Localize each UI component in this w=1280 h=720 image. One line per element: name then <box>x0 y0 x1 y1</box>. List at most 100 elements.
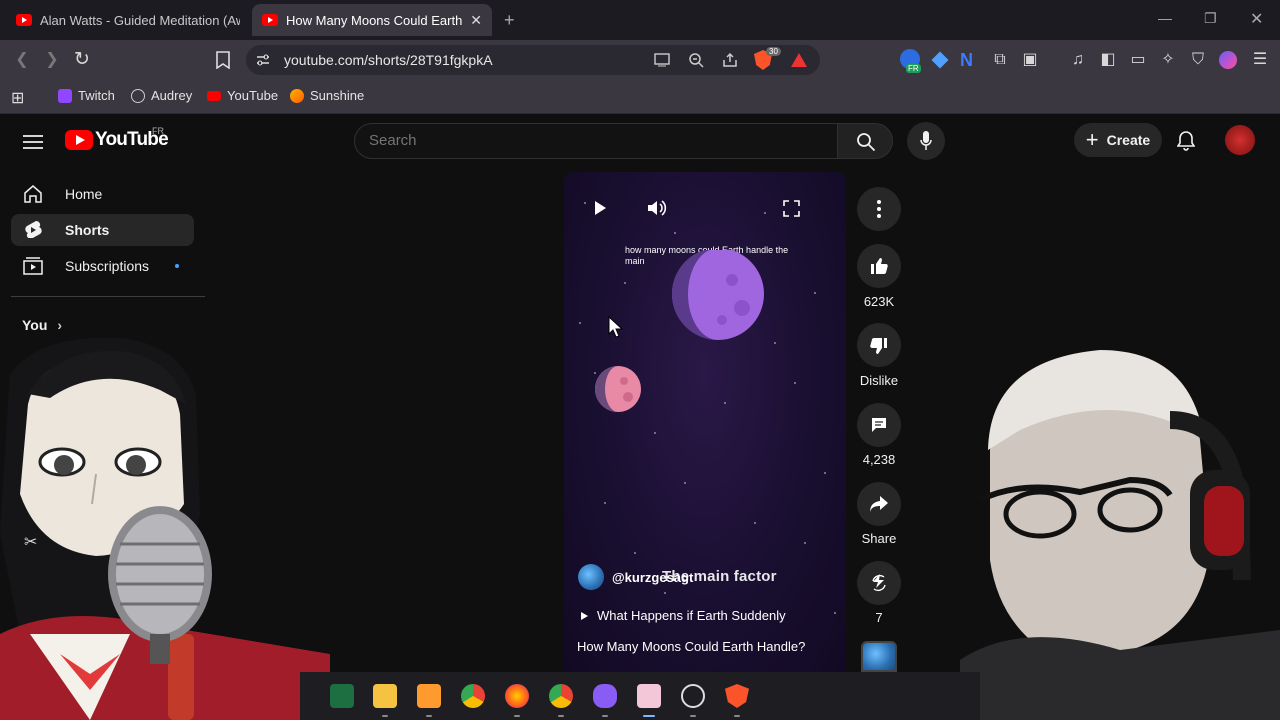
forward-icon[interactable]: ❯ <box>42 50 62 70</box>
sidebar-item-home[interactable]: Home <box>11 178 194 210</box>
sunshine-icon <box>290 88 304 103</box>
bookmark-sunshine[interactable]: Sunshine <box>290 88 364 103</box>
video-title[interactable]: How Many Moons Could Earth Handle? <box>577 639 805 654</box>
sidebar-icon[interactable]: ◧ <box>1098 50 1118 70</box>
webcam-overlay <box>960 350 1280 720</box>
voice-search-button[interactable] <box>907 122 945 160</box>
region-code: FR <box>152 126 164 136</box>
restore-icon[interactable]: ❐ <box>1204 10 1217 27</box>
running-indicator <box>514 715 520 717</box>
sidebar-you-section[interactable]: You › <box>22 317 62 333</box>
assistant-app-icon[interactable] <box>593 684 617 708</box>
wallet-icon[interactable]: ▭ <box>1128 50 1148 70</box>
browser-tab-strip: Alan Watts - Guided Meditation (Awa How … <box>0 0 1280 40</box>
excel-icon[interactable] <box>330 684 354 708</box>
audrey-icon <box>131 88 145 103</box>
back-icon[interactable]: ❮ <box>12 50 32 70</box>
notifications-bell-icon[interactable] <box>1177 131 1195 151</box>
cast-icon[interactable] <box>654 53 670 67</box>
dislike-button[interactable] <box>857 323 901 367</box>
bookmark-icon[interactable] <box>215 51 231 69</box>
pink-moon-graphic <box>595 366 641 412</box>
new-tab-icon[interactable]: + <box>504 10 515 31</box>
brave-taskbar-icon[interactable] <box>725 684 749 708</box>
chrome-icon[interactable] <box>461 684 485 708</box>
browser-tab-alan-watts[interactable]: Alan Watts - Guided Meditation (Awa <box>6 4 250 36</box>
youtube-header: YouTube FR + Create <box>0 115 1280 171</box>
zoom-icon[interactable] <box>688 52 704 68</box>
comments-button[interactable] <box>857 403 901 447</box>
scissors-icon[interactable]: ✂ <box>24 532 37 552</box>
channel-avatar[interactable] <box>578 564 604 590</box>
obs-icon[interactable] <box>681 684 705 708</box>
youtube-favicon-icon <box>262 14 278 26</box>
running-indicator <box>426 715 432 717</box>
bookmark-audrey[interactable]: Audrey <box>131 88 192 103</box>
like-count: 623K <box>863 294 895 309</box>
share-label: Share <box>861 531 897 546</box>
profile-icon[interactable] <box>1219 51 1237 69</box>
more-options-button[interactable] <box>857 187 901 231</box>
sidebar-item-subscriptions[interactable]: Subscriptions <box>11 250 194 282</box>
expand-play-icon <box>581 611 588 620</box>
shield-count-badge: 30 <box>766 47 781 56</box>
search-input[interactable] <box>369 132 769 149</box>
home-icon <box>24 185 42 203</box>
sublime-text-icon[interactable] <box>417 684 441 708</box>
bookmarks-bar: ⊞ Twitch Audrey YouTube Sunshine <box>0 80 1280 114</box>
new-content-dot <box>175 264 179 268</box>
chevron-right-icon: › <box>57 317 63 333</box>
share-button[interactable] <box>857 482 901 526</box>
close-tab-icon[interactable]: ✕ <box>470 12 482 29</box>
shorts-video-player[interactable]: how many moons could Earth handle the ma… <box>564 172 846 672</box>
bookmark-twitch[interactable]: Twitch <box>58 88 115 103</box>
bookmark-youtube[interactable]: YouTube <box>207 88 278 103</box>
vpn-icon[interactable]: ⛉ <box>1188 50 1208 70</box>
extension-icon[interactable] <box>931 51 949 69</box>
purple-moon-graphic <box>672 250 764 340</box>
account-avatar[interactable] <box>1225 125 1255 155</box>
chrome-profile-icon[interactable] <box>549 684 573 708</box>
search-button[interactable] <box>837 123 893 159</box>
video-subtitle-overlay: The main factor <box>662 568 777 585</box>
extensions-puzzle-icon[interactable]: ⧉ <box>990 50 1010 70</box>
apps-grid-icon[interactable]: ⊞ <box>11 88 24 108</box>
search-icon <box>857 133 876 152</box>
share-page-icon[interactable] <box>722 52 738 68</box>
like-button[interactable] <box>857 244 901 288</box>
remix-button[interactable] <box>857 561 901 605</box>
screenshot-icon[interactable]: ▣ <box>1020 50 1040 70</box>
file-explorer-icon[interactable] <box>373 684 397 708</box>
media-icon[interactable]: ♫ <box>1068 50 1088 70</box>
audio-source-thumbnail[interactable] <box>861 641 897 672</box>
close-window-icon[interactable]: ✕ <box>1250 9 1263 29</box>
reload-icon[interactable]: ↻ <box>72 50 92 70</box>
comment-icon <box>872 418 886 432</box>
brave-rewards-icon[interactable] <box>791 53 807 67</box>
logo-play-icon <box>76 135 85 145</box>
video-description[interactable]: What Happens if Earth Suddenly <box>580 608 786 623</box>
running-indicator <box>382 715 388 717</box>
notion-extension-icon[interactable]: N <box>960 50 973 71</box>
browser-tab-moons[interactable]: How Many Moons Could Earth H ✕ <box>252 4 492 36</box>
search-box[interactable] <box>354 123 838 159</box>
firefox-icon[interactable] <box>505 684 529 708</box>
site-info-icon[interactable] <box>256 53 270 67</box>
minimize-icon[interactable]: — <box>1158 10 1172 26</box>
thumbs-up-icon <box>871 258 888 274</box>
active-indicator <box>643 715 655 717</box>
remix-count: 7 <box>875 610 883 625</box>
browser-toolbar: ❮ ❯ ↻ youtube.com/shorts/28T91fgkpkA 30 … <box>0 40 1280 80</box>
running-indicator <box>690 715 696 717</box>
address-bar[interactable]: youtube.com/shorts/28T91fgkpkA 30 <box>246 45 820 75</box>
leo-ai-icon[interactable]: ✧ <box>1158 50 1178 70</box>
volume-icon[interactable] <box>647 199 667 217</box>
fullscreen-icon[interactable] <box>783 200 800 217</box>
menu-icon[interactable]: ☰ <box>1250 50 1270 70</box>
hamburger-menu-icon[interactable] <box>23 134 43 150</box>
create-button[interactable]: + Create <box>1074 123 1162 157</box>
subscriptions-icon <box>23 257 43 275</box>
sidebar-item-shorts[interactable]: Shorts <box>11 214 194 246</box>
play-icon[interactable] <box>593 200 607 216</box>
active-app-icon[interactable] <box>637 684 661 708</box>
